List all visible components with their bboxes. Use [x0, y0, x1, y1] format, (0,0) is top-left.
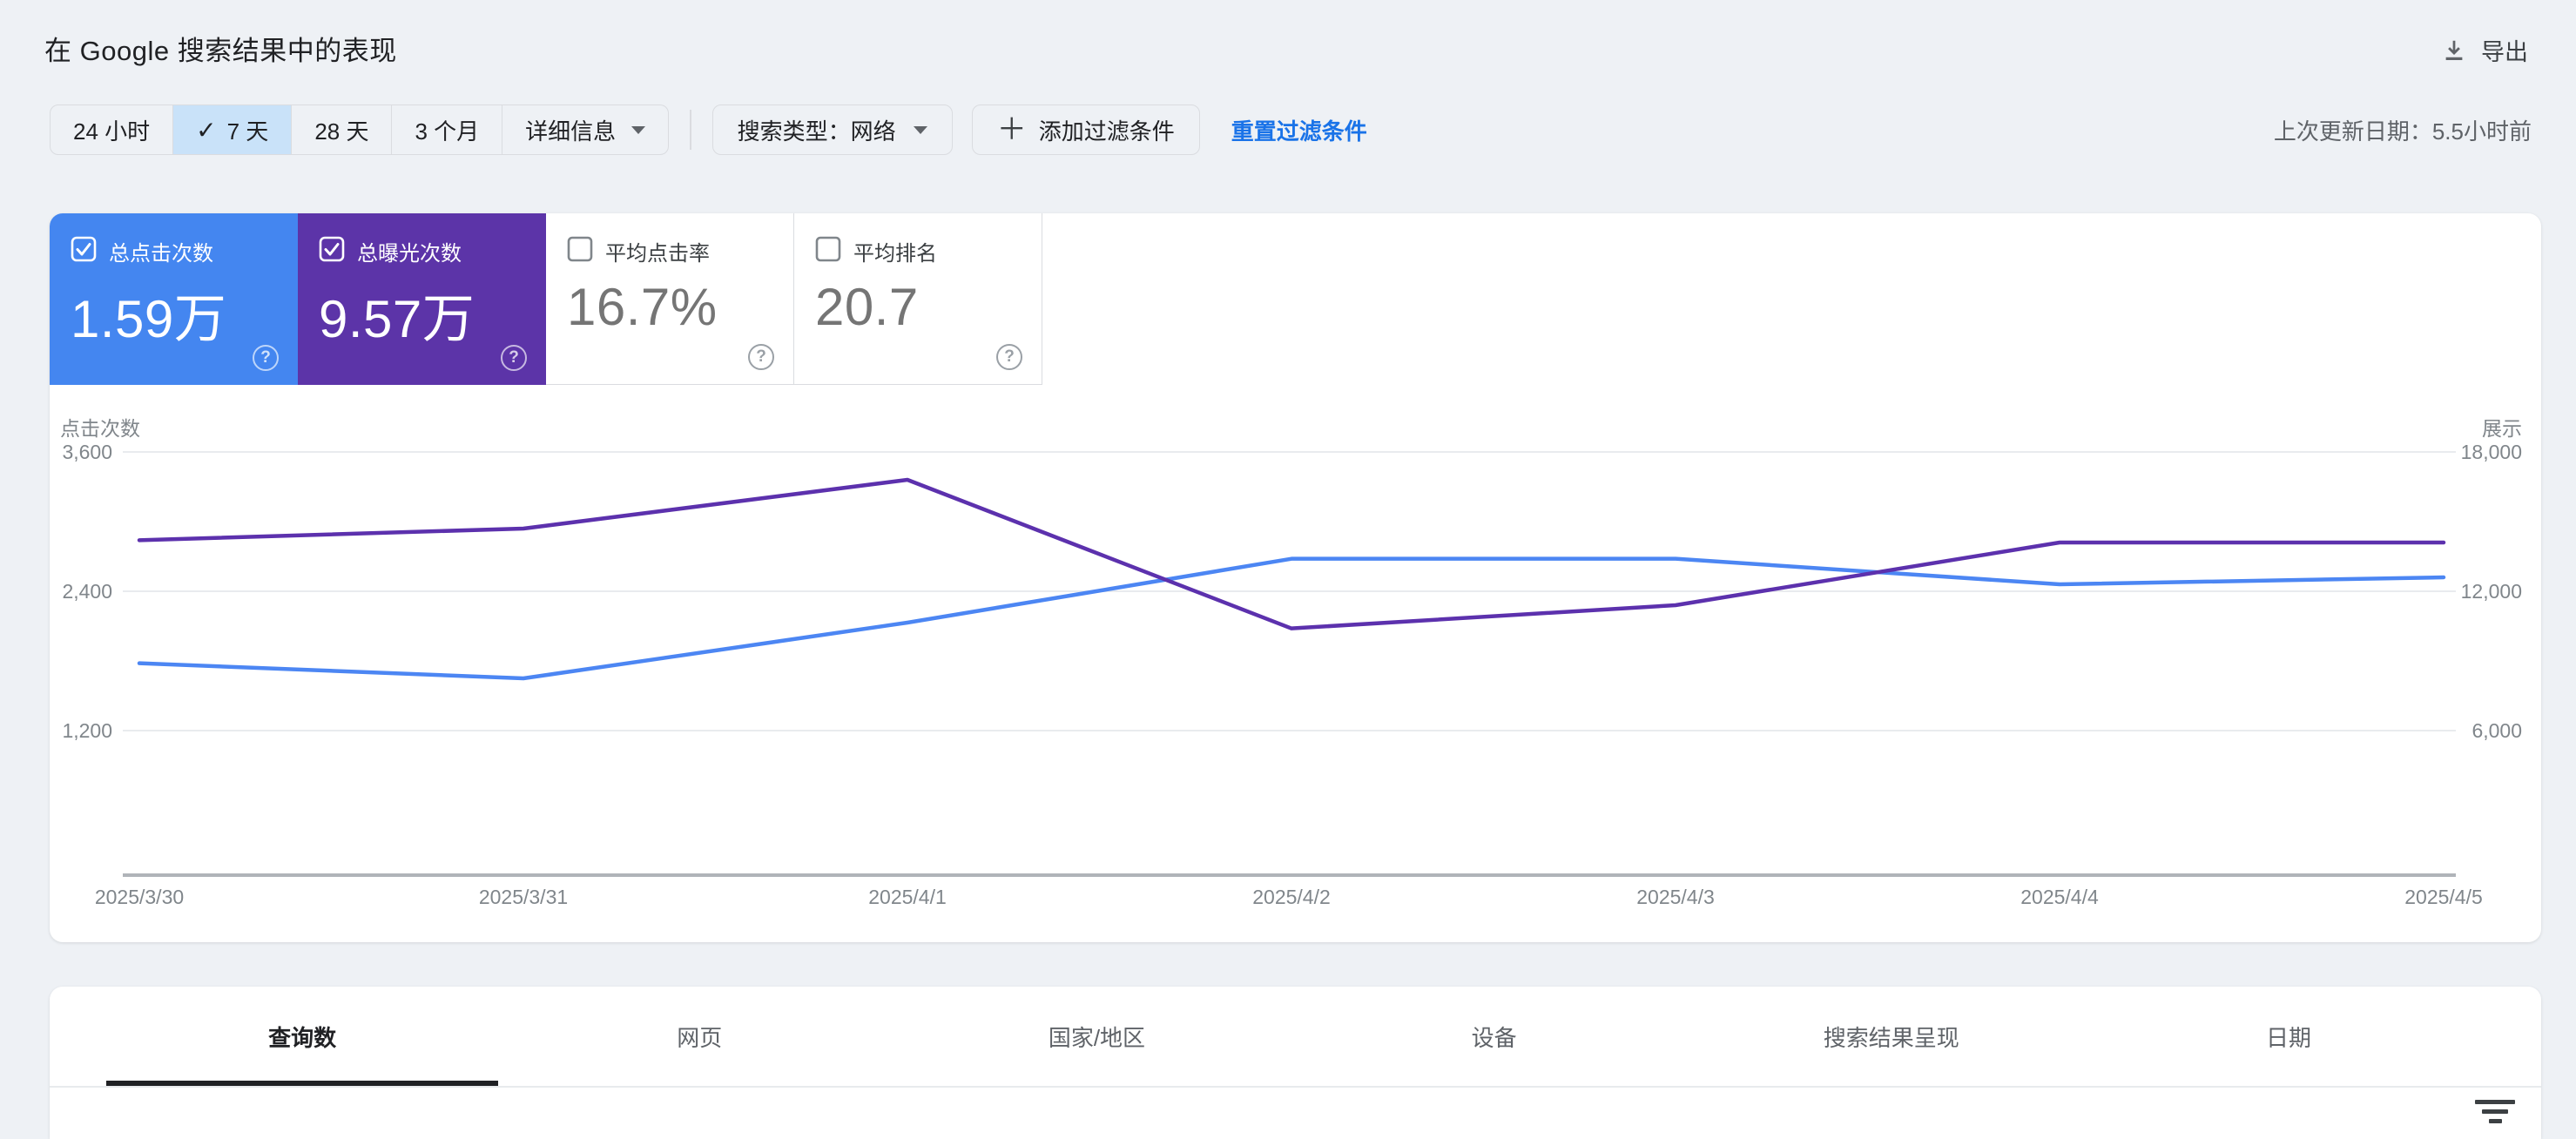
checkbox-unchecked-icon[interactable]: [815, 236, 841, 266]
performance-chart-card: 总点击次数 1.59万 ? 总曝光次数 9.57万 ? 平均点击率 16.7%: [50, 213, 2541, 942]
help-icon[interactable]: ?: [253, 345, 279, 371]
help-icon[interactable]: ?: [501, 345, 527, 371]
metric-value: 9.57万: [319, 290, 475, 348]
right-axis-tick: 12,000: [2460, 580, 2522, 603]
metric-label: 平均排名: [853, 242, 937, 266]
left-axis-title: 点击次数: [60, 417, 140, 440]
tab-dates[interactable]: 日期: [2090, 987, 2487, 1086]
dimension-tabs: 查询数 网页 国家/地区 设备 搜索结果呈现 日期: [104, 987, 2487, 1086]
page-header: 在 Google 搜索结果中的表现 导出: [44, 17, 2532, 78]
date-range-detail-dropdown[interactable]: 详细信息: [502, 105, 668, 154]
help-icon[interactable]: ?: [748, 344, 774, 370]
metric-value: 20.7: [815, 278, 919, 336]
date-range-3m[interactable]: 3 个月: [391, 105, 502, 154]
chevron-down-icon: [631, 125, 646, 134]
x-axis-label: 2025/3/31: [478, 886, 569, 908]
tab-countries[interactable]: 国家/地区: [898, 987, 1295, 1086]
date-range-segmented-control: 24 小时 ✓ 7 天 28 天 3 个月 详细信息: [50, 104, 670, 155]
tab-devices[interactable]: 设备: [1296, 987, 1693, 1086]
date-range-label: 24 小时: [73, 118, 151, 145]
download-icon: [2441, 37, 2467, 64]
metric-label: 平均点击率: [605, 242, 710, 266]
date-range-28d[interactable]: 28 天: [291, 105, 391, 154]
x-axis-label: 2025/4/2: [1252, 886, 1331, 908]
x-axis-label: 2025/4/1: [868, 886, 947, 908]
metric-label: 总曝光次数: [357, 242, 462, 266]
export-button[interactable]: 导出: [2438, 26, 2532, 74]
add-filter-button[interactable]: ＋ 添加过滤条件: [971, 104, 1200, 155]
page-title: 在 Google 搜索结果中的表现: [44, 35, 397, 66]
help-icon[interactable]: ?: [996, 344, 1022, 370]
tab-pages[interactable]: 网页: [501, 987, 898, 1086]
search-type-dropdown[interactable]: 搜索类型：网络: [711, 104, 953, 155]
add-filter-label: 添加过滤条件: [1038, 118, 1175, 145]
tab-label: 搜索结果呈现: [1823, 1024, 1959, 1051]
left-axis-tick: 1,200: [62, 719, 112, 742]
right-axis-title: 展示: [2482, 417, 2522, 440]
date-range-7d[interactable]: ✓ 7 天: [172, 105, 292, 154]
export-label: 导出: [2481, 39, 2528, 65]
right-axis-tick: 18,000: [2460, 441, 2522, 463]
checkbox-unchecked-icon[interactable]: [567, 236, 593, 266]
tab-label: 国家/地区: [1048, 1024, 1146, 1051]
last-updated-text: 上次更新日期：5.5小时前: [2273, 118, 2532, 145]
average-ctr-card[interactable]: 平均点击率 16.7% ?: [546, 213, 794, 385]
checkbox-checked-icon[interactable]: [71, 236, 97, 266]
tab-divider: [50, 1086, 2541, 1088]
chevron-down-icon: [913, 125, 927, 134]
x-axis-label: 2025/3/30: [94, 886, 185, 908]
x-axis-label: 2025/4/5: [2404, 886, 2483, 908]
x-axis-label: 2025/4/4: [2020, 886, 2099, 908]
metric-value: 16.7%: [567, 278, 718, 336]
x-axis-label: 2025/4/3: [1636, 886, 1715, 908]
metric-value: 1.59万: [71, 290, 227, 348]
date-range-24h[interactable]: 24 小时: [51, 105, 172, 154]
tab-search-appearance[interactable]: 搜索结果呈现: [1693, 987, 2090, 1086]
plus-icon: ＋: [996, 113, 1027, 146]
left-axis-tick: 2,400: [62, 580, 112, 603]
checkbox-checked-icon[interactable]: [319, 236, 345, 266]
tab-label: 设备: [1471, 1024, 1517, 1051]
left-axis-tick: 3,600: [62, 441, 112, 463]
checkmark-icon: ✓: [196, 116, 217, 144]
toolbar-divider: [690, 110, 691, 150]
search-type-label: 搜索类型：网络: [737, 118, 896, 145]
dimensions-table-card: 查询数 网页 国家/地区 设备 搜索结果呈现 日期: [50, 987, 2541, 1139]
filter-list-icon[interactable]: [2475, 1100, 2515, 1129]
date-range-label: 3 个月: [415, 118, 480, 145]
average-position-card[interactable]: 平均排名 20.7 ?: [794, 213, 1042, 385]
date-range-label: 详细信息: [525, 118, 617, 145]
total-clicks-card[interactable]: 总点击次数 1.59万 ?: [50, 213, 298, 385]
metric-cards-row: 总点击次数 1.59万 ? 总曝光次数 9.57万 ? 平均点击率 16.7%: [50, 213, 1042, 385]
tab-label: 网页: [677, 1024, 723, 1051]
total-impressions-card[interactable]: 总曝光次数 9.57万 ?: [298, 213, 546, 385]
reset-filters-link[interactable]: 重置过滤条件: [1231, 114, 1367, 146]
tab-queries[interactable]: 查询数: [104, 987, 501, 1086]
tab-label: 日期: [2265, 1024, 2311, 1051]
tab-label: 查询数: [268, 1024, 337, 1051]
metric-label: 总点击次数: [109, 242, 213, 266]
date-range-label: 7 天: [226, 118, 269, 145]
right-axis-tick: 6,000: [2471, 719, 2522, 742]
filter-toolbar: 24 小时 ✓ 7 天 28 天 3 个月 详细信息 搜索类型：网络 ＋ 添加过…: [50, 104, 2532, 156]
date-range-label: 28 天: [314, 118, 369, 145]
